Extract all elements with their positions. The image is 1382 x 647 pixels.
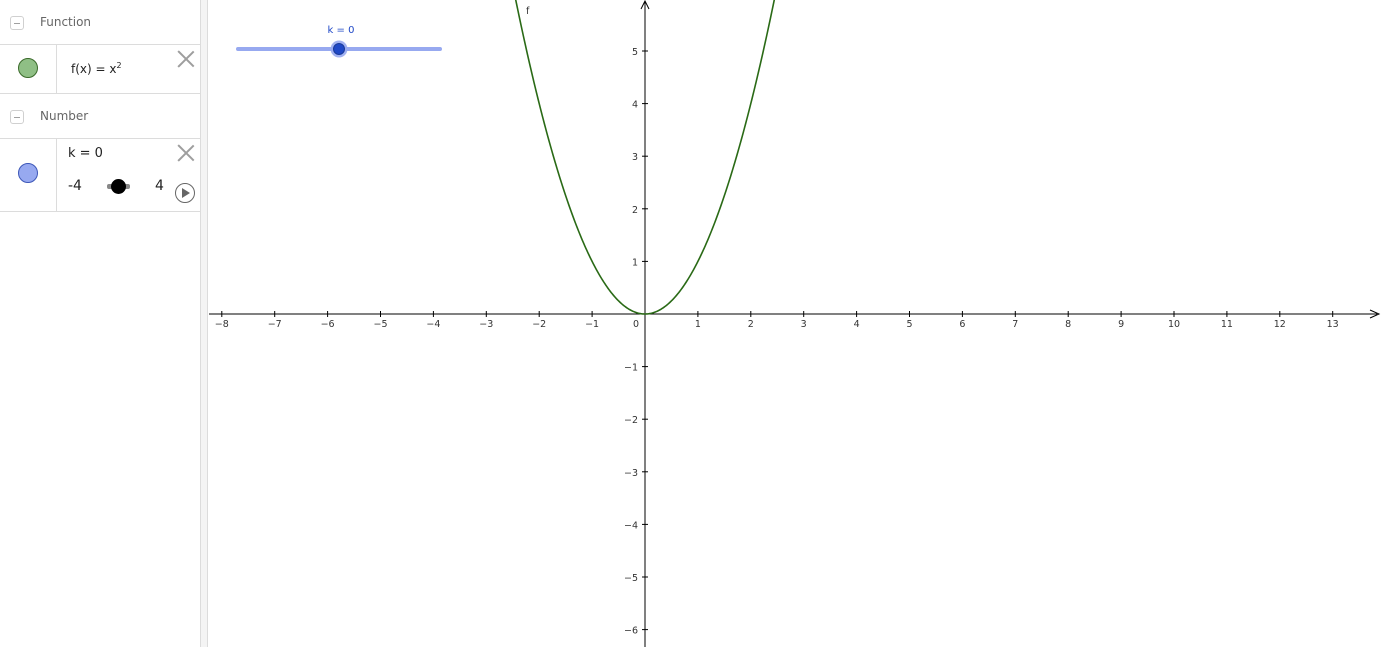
x-tick-label: −4 — [426, 319, 440, 330]
x-tick-label: 10 — [1168, 319, 1180, 330]
x-tick-label: 6 — [959, 319, 965, 330]
x-tick-label: 13 — [1327, 319, 1339, 330]
number-group-header[interactable]: Number — [0, 94, 200, 139]
y-tick-label: 2 — [632, 205, 638, 216]
visibility-toggle-f[interactable] — [18, 58, 38, 78]
view-splitter[interactable] — [201, 0, 208, 647]
x-tick-label: −2 — [532, 319, 546, 330]
marble-cell — [0, 139, 57, 211]
x-tick-label: 7 — [1012, 319, 1018, 330]
function-equals: = — [91, 62, 110, 76]
graphics-view[interactable]: −8 −7 −6 −5 −4 −3 −2 −1 0 1 2 3 4 5 6 7 8 9 10 11 12 13 1 2 3 4 5−… — [209, 0, 1382, 647]
y-tick-label: −4 — [624, 520, 638, 531]
graphics-canvas[interactable]: −8 −7 −6 −5 −4 −3 −2 −1 0 1 2 3 4 5 6 7 8 9 10 11 12 1312345−… — [209, 0, 1382, 647]
slider-min-label: -4 — [68, 178, 82, 194]
algebra-slider-track[interactable] — [107, 179, 130, 194]
graphics-slider-point[interactable] — [333, 43, 345, 55]
function-base: x — [109, 62, 117, 76]
y-tick-label: 3 — [632, 152, 638, 163]
function-exponent: 2 — [116, 61, 122, 70]
delete-icon[interactable] — [177, 144, 195, 162]
collapse-icon[interactable] — [10, 110, 24, 124]
collapse-icon[interactable] — [10, 16, 24, 30]
algebra-slider-thumb[interactable] — [111, 179, 126, 194]
visibility-toggle-k[interactable] — [18, 163, 38, 183]
group-label-function: Function — [40, 15, 92, 29]
y-tick-label: −6 — [624, 626, 638, 637]
x-tick-label: 11 — [1221, 319, 1233, 330]
graphics-slider-label: k = 0 — [328, 25, 355, 36]
y-tick-label: −3 — [624, 468, 638, 479]
group-label-number: Number — [40, 109, 89, 123]
function-name: f(x) — [71, 62, 92, 76]
x-tick-label: −5 — [373, 319, 387, 330]
algebra-view: Function f(x) = x2 Number k = 0 -4 4 — [0, 0, 201, 647]
x-tick-label: 2 — [748, 319, 754, 330]
geogebra-app: Function f(x) = x2 Number k = 0 -4 4 −8 … — [0, 0, 1382, 647]
curve-label-f: f — [526, 6, 530, 17]
x-tick-label: 12 — [1274, 319, 1286, 330]
y-tick-label: 4 — [632, 100, 638, 111]
x-tick-label: 4 — [854, 319, 860, 330]
number-definition[interactable]: k = 0 — [68, 146, 103, 161]
y-tick-label: 5 — [632, 47, 638, 58]
x-tick-label: 3 — [801, 319, 807, 330]
x-tick-label: 5 — [906, 319, 912, 330]
x-tick-label: 8 — [1065, 319, 1071, 330]
x-tick-label: −1 — [585, 319, 599, 330]
play-icon — [182, 188, 190, 198]
function-definition[interactable]: f(x) = x2 — [71, 61, 122, 76]
number-item[interactable]: k = 0 -4 4 — [0, 139, 200, 212]
x-tick-label: 1 — [695, 319, 701, 330]
x-tick-label: −3 — [479, 319, 493, 330]
slider-max-label: 4 — [155, 178, 164, 194]
function-group-header[interactable]: Function — [0, 0, 200, 45]
play-button[interactable] — [175, 183, 195, 203]
function-item[interactable]: f(x) = x2 — [0, 45, 200, 94]
marble-cell — [0, 45, 57, 93]
x-tick-label: 9 — [1118, 319, 1124, 330]
x-tick-label: −6 — [321, 319, 335, 330]
y-tick-label: −2 — [624, 415, 638, 426]
delete-icon[interactable] — [177, 50, 195, 68]
x-tick-label: 0 — [633, 319, 639, 330]
x-tick-label: −7 — [268, 319, 282, 330]
y-tick-label: 1 — [632, 257, 638, 268]
x-tick-label: −8 — [215, 319, 229, 330]
y-tick-label: −1 — [624, 363, 638, 374]
y-tick-label: −5 — [624, 573, 638, 584]
